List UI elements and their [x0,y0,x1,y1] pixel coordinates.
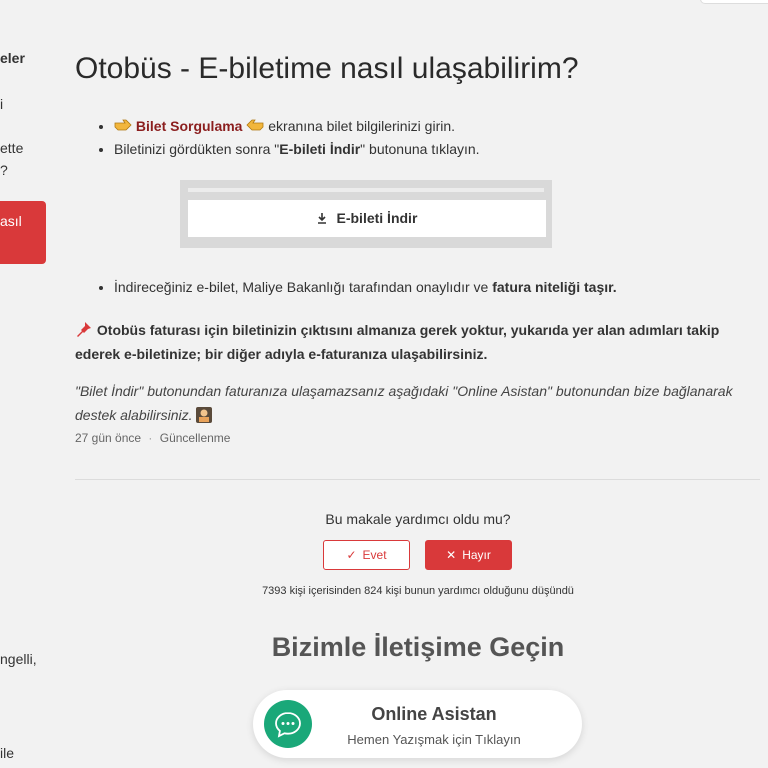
sidebar-item-2[interactable]: i [0,96,3,112]
step3-text: İndireceğiniz e-bilet, Maliye Bakanlığı … [114,279,493,295]
yes-label: Evet [362,548,387,562]
notice-paragraph: Otobüs faturası için biletinizin çıktısı… [75,318,765,366]
no-button[interactable]: ✕ Hayır [425,540,512,570]
page-title: Otobüs - E-biletime nasıl ulaşabilirim? [75,52,579,85]
step2-text-before: Biletinizi gördükten sonra " [114,141,280,158]
illustration-button-label: E-bileti İndir [336,210,418,226]
check-icon: ✓ [346,548,357,562]
meta-age: 27 gün önce [75,431,142,445]
illustration-download-button: E-bileti İndir [188,200,546,237]
person-tipping-hand-icon [196,407,213,423]
steps-list: Bilet Sorgulama ekranına bilet bilgileri… [75,115,480,160]
close-icon: ✕ [446,548,457,562]
online-assistant-button[interactable]: Online Asistan Hemen Yazışmak için Tıkla… [253,690,582,758]
list-item: Biletinizi gördükten sonra "E-bileti İnd… [114,138,480,160]
pushpin-icon [75,322,97,338]
step1-text: ekranına bilet bilgilerinizi girin. [268,118,456,134]
article-meta: 27 gün önce · Güncellenme [75,431,230,445]
top-right-control[interactable] [700,0,768,4]
contact-title: Bizimle İletişime Geçin [271,632,565,662]
assistant-subtitle: Hemen Yazışmak için Tıklayın [347,732,521,747]
assistant-name: Online Asistan [371,704,497,724]
sidebar-item-active[interactable]: asıl [0,201,46,264]
sidebar-item-1[interactable]: eler [0,50,25,66]
illustration-strip [188,188,544,192]
download-icon [317,210,337,226]
list-item: Bilet Sorgulama ekranına bilet bilgileri… [114,115,480,138]
chat-bubble-icon [264,700,312,748]
download-button-illustration: E-bileti İndir [180,180,552,248]
feedback-question: Bu makale yardımcı oldu mu? [325,511,511,527]
list-item: İndireceğiniz e-bilet, Maliye Bakanlığı … [114,276,617,298]
sidebar-item-7[interactable]: ile [0,745,14,761]
step3-bold: fatura niteliği taşır. [492,279,617,295]
steps-list-2: İndireceğiniz e-bilet, Maliye Bakanlığı … [75,276,617,298]
sidebar-item-3[interactable]: ette [0,140,23,156]
bilet-sorgulama-link[interactable]: Bilet Sorgulama [136,118,243,134]
sidebar-item-4[interactable]: ? [0,162,8,178]
meta-updated-link[interactable]: Güncellenme [160,431,231,445]
meta-separator: · [148,431,153,445]
no-label: Hayır [462,548,491,562]
pointing-left-hand-icon [246,116,264,138]
notice-text: Otobüs faturası için biletinizin çıktısı… [75,322,720,362]
divider [75,479,760,480]
italic-note: "Bilet İndir" butonundan faturanıza ulaş… [75,379,765,427]
yes-button[interactable]: ✓ Evet [323,540,410,570]
pointing-right-hand-icon [114,116,132,138]
step2-bold: E-bileti İndir [279,141,361,158]
sidebar-item-active-label: asıl [0,213,22,229]
feedback-count: 7393 kişi içerisinden 824 kişi bunun yar… [262,585,574,597]
italic-note-text: "Bilet İndir" butonundan faturanıza ulaş… [75,383,733,423]
step2-text-after: " butonuna tıklayın. [360,141,480,158]
